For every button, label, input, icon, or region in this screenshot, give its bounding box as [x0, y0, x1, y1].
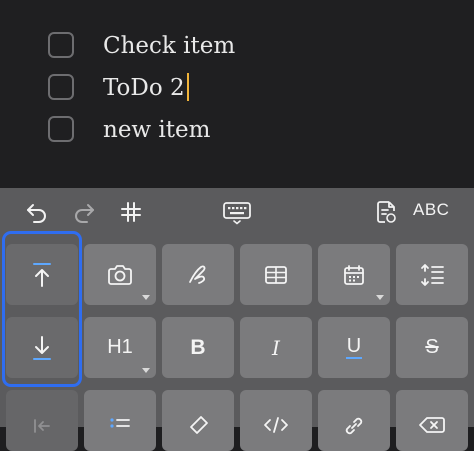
- strikethrough-label: S: [425, 336, 439, 358]
- line-spacing-icon: [421, 263, 444, 286]
- formatting-keyboard: ABC H1 B I U S: [0, 188, 474, 451]
- delete-icon: [419, 416, 445, 433]
- sketch-key[interactable]: [162, 244, 234, 305]
- move-up-icon: [33, 262, 51, 287]
- note-editor[interactable]: Check item ToDo 2 new item: [0, 0, 474, 188]
- undo-icon[interactable]: [21, 196, 53, 228]
- more-options-indicator: [142, 295, 150, 300]
- underline-key[interactable]: U: [318, 317, 390, 378]
- keyboard-icon[interactable]: [221, 196, 253, 228]
- move-up-key[interactable]: [6, 244, 78, 305]
- todo-text[interactable]: Check item: [103, 31, 235, 61]
- formatting-toolbar: ABC: [0, 188, 474, 236]
- todo-checkbox[interactable]: [48, 74, 74, 100]
- delete-key[interactable]: [396, 390, 468, 451]
- move-down-icon: [33, 335, 51, 360]
- todo-text-value[interactable]: ToDo 2: [103, 75, 185, 101]
- bulleted-list-key[interactable]: [84, 390, 156, 451]
- link-icon: [345, 417, 363, 434]
- indent-key[interactable]: [6, 390, 78, 451]
- code-icon: [264, 416, 288, 433]
- hashtag-icon[interactable]: [115, 196, 147, 228]
- calendar-key[interactable]: [318, 244, 390, 305]
- link-key[interactable]: [318, 390, 390, 451]
- move-down-key[interactable]: [6, 317, 78, 378]
- highlighter-icon: [190, 415, 208, 434]
- indent-icon: [34, 418, 50, 433]
- highlighter-key[interactable]: [162, 390, 234, 451]
- calendar-icon: [344, 264, 364, 285]
- heading-label: H1: [107, 336, 133, 358]
- abc-button[interactable]: ABC: [413, 200, 449, 220]
- line-spacing-key[interactable]: [396, 244, 468, 305]
- underline-label: U: [345, 335, 363, 359]
- table-icon: [265, 265, 287, 284]
- redo-icon[interactable]: [68, 196, 100, 228]
- bulleted-list-icon: [110, 417, 130, 428]
- bold-label: B: [190, 335, 206, 359]
- more-options-indicator: [376, 295, 384, 300]
- todo-checkbox[interactable]: [48, 116, 74, 142]
- camera-icon: [108, 264, 132, 285]
- todo-checkbox[interactable]: [48, 32, 74, 58]
- camera-key[interactable]: [84, 244, 156, 305]
- bold-key[interactable]: B: [162, 317, 234, 378]
- italic-label: I: [272, 335, 280, 360]
- italic-key[interactable]: I: [240, 317, 312, 378]
- strikethrough-key[interactable]: S: [396, 317, 468, 378]
- todo-text-active[interactable]: ToDo 2: [103, 73, 189, 103]
- heading-key[interactable]: H1: [84, 317, 156, 378]
- text-caret: [186, 73, 189, 101]
- more-options-indicator: [142, 368, 150, 373]
- note-link-icon[interactable]: [370, 196, 402, 228]
- todo-text[interactable]: new item: [103, 115, 210, 145]
- table-key[interactable]: [240, 244, 312, 305]
- sketch-icon: [189, 264, 206, 284]
- code-key[interactable]: [240, 390, 312, 451]
